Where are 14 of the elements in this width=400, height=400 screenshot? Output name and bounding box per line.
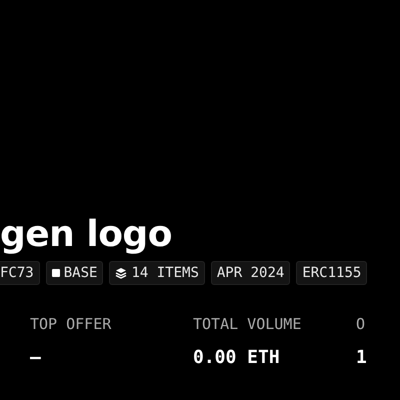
- tag-chip: FC73: [0, 261, 40, 285]
- tag-chip: ERC1155: [296, 261, 368, 285]
- layers-icon: [115, 267, 128, 279]
- stat-label: O: [356, 315, 366, 333]
- square-icon: [52, 269, 60, 277]
- stat-value: 1: [356, 347, 367, 368]
- collection-title: gen logo: [0, 213, 172, 257]
- stat-value: –: [30, 347, 41, 368]
- stat-label: TOP OFFER: [30, 315, 112, 333]
- tag-chip: 14 ITEMS: [109, 261, 205, 285]
- stat-value: 0.00 ETH: [193, 347, 280, 368]
- tag-chip: APR 2024: [210, 261, 290, 285]
- stat-label: TOTAL VOLUME: [193, 315, 302, 333]
- tag-chip: BASE: [46, 261, 104, 285]
